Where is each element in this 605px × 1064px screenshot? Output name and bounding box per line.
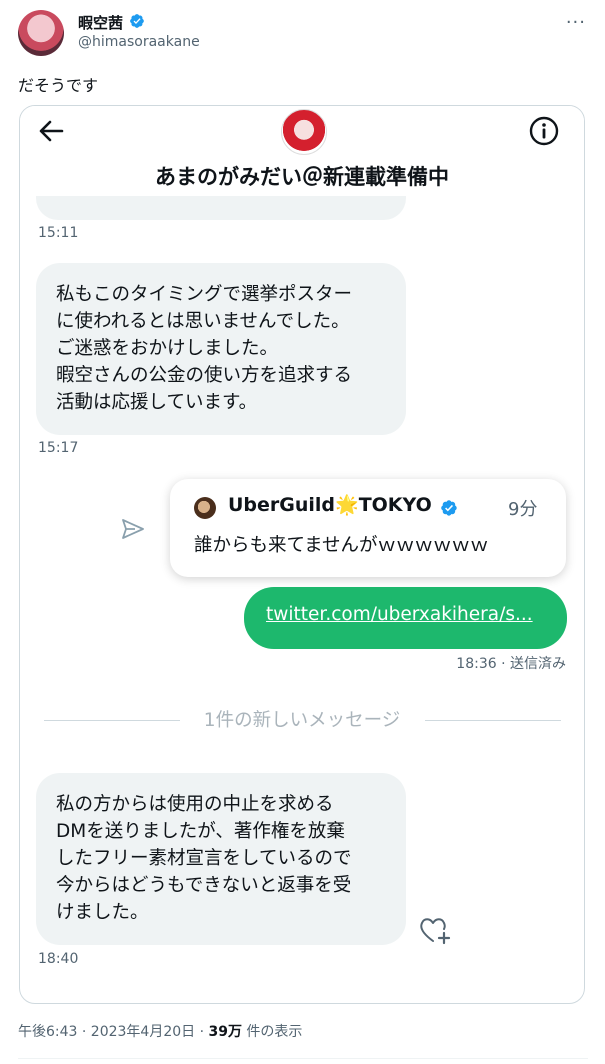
- shared-link: twitter.com/uberxakihera/s...: [266, 604, 533, 625]
- shared-tweet-text: 誰からも来てませんがｗｗｗｗｗｗ: [194, 535, 489, 556]
- verified-badge-icon: [130, 14, 144, 28]
- verified-badge-icon: [441, 500, 457, 516]
- message-timestamp: 15:11: [38, 225, 79, 241]
- tweet-header: 暇空茜 @himasoraakane ···: [18, 10, 588, 58]
- dm-partner-name: あまのがみだい＠新連載準備中: [155, 165, 449, 189]
- message-line: 活動は応援しています。: [56, 392, 258, 413]
- new-messages-divider: 1件の新しいメッセージ: [203, 710, 401, 731]
- message-line: 私の方からは使用の中止を求める: [56, 794, 334, 815]
- info-icon: [529, 116, 559, 146]
- message-line: DMを送りましたが、著作権を放棄: [56, 821, 345, 842]
- message-line: けました。: [56, 902, 149, 923]
- tweet-time-date[interactable]: 午後6:43 · 2023年4月20日 ·: [18, 1024, 209, 1040]
- shared-tweet-avatar: [194, 497, 216, 519]
- view-count-label: 件の表示: [241, 1024, 303, 1040]
- back-arrow-icon: [39, 120, 64, 142]
- tweet-meta: 午後6:43 · 2023年4月20日 · 39万 件の表示: [18, 1021, 302, 1041]
- message-line: 暇空さんの公金の使い方を追求する: [56, 365, 353, 386]
- received-message-1: 私もこのタイミングで選挙ポスター に使われるとは思いませんでした。 ご迷惑をおか…: [36, 263, 406, 435]
- tweet-text: だそうです: [18, 76, 99, 95]
- message-line: に使われるとは思いませんでした。: [56, 311, 350, 332]
- shared-tweet-author: UberGuild🌟TOKYO: [228, 494, 432, 516]
- view-count: 39万: [208, 1024, 242, 1040]
- attached-image-dm-screenshot[interactable]: あまのがみだい＠新連載準備中 15:11 私もこのタイミングで選挙ポスター に使…: [19, 105, 585, 1004]
- message-timestamp: 15:17: [38, 440, 79, 456]
- dm-partner-avatar: [281, 109, 327, 155]
- message-timestamp: 18:40: [38, 951, 79, 967]
- divider-line: [425, 720, 561, 721]
- divider: [18, 1058, 588, 1059]
- sent-message-link: twitter.com/uberxakihera/s...: [244, 587, 567, 649]
- message-line: 私もこのタイミングで選挙ポスター: [56, 284, 353, 305]
- sent-timestamp-status: 18:36 · 送信済み: [456, 656, 566, 672]
- received-message-2: 私の方からは使用の中止を求める DMを送りましたが、著作権を放棄 したフリー素材…: [36, 773, 406, 945]
- shared-tweet-card: UberGuild🌟TOKYO 9分 誰からも来てませんがｗｗｗｗｗｗ: [170, 479, 566, 577]
- heart-add-reaction-icon: [420, 918, 451, 945]
- author-avatar[interactable]: [18, 10, 64, 56]
- author-handle[interactable]: @himasoraakane: [78, 34, 200, 50]
- share-icon: [122, 519, 144, 539]
- shared-tweet-time: 9分: [508, 499, 538, 520]
- dm-header: あまのがみだい＠新連載準備中: [20, 106, 584, 196]
- author-display-name[interactable]: 暇空茜: [78, 12, 123, 33]
- more-options-icon[interactable]: ···: [566, 12, 586, 33]
- message-line: ご迷惑をおかけしました。: [56, 338, 279, 359]
- message-line: 今からはどうもできないと返事を受: [56, 875, 352, 896]
- message-line: したフリー素材宣言をしているので: [56, 848, 352, 869]
